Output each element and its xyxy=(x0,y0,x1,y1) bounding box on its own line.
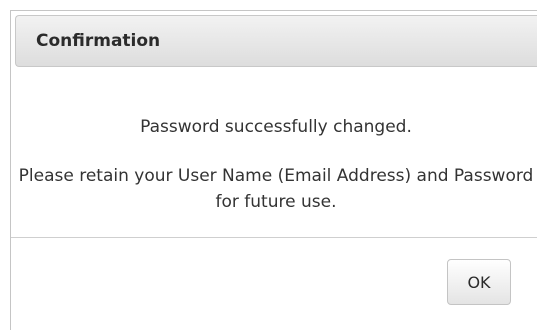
dialog-body: Password successfully changed. Please re… xyxy=(11,71,537,219)
dialog-title: Confirmation xyxy=(36,31,161,51)
confirmation-dialog: Confirmation Password successfully chang… xyxy=(10,10,537,330)
success-message: Password successfully changed. xyxy=(140,117,412,137)
dialog-titlebar: Confirmation xyxy=(15,15,537,67)
ok-button[interactable]: OK xyxy=(447,259,511,305)
retain-credentials-message: Please retain your User Name (Email Addr… xyxy=(18,166,534,212)
footer-divider xyxy=(11,237,537,238)
